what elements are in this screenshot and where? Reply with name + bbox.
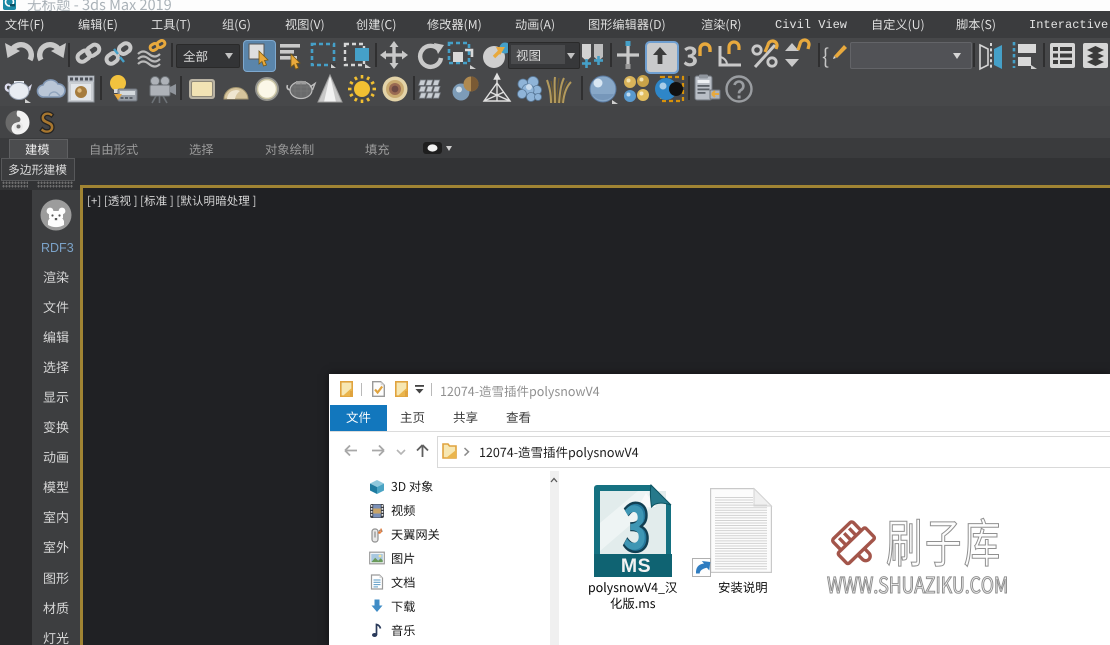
svg-text:MS: MS [621, 555, 651, 577]
